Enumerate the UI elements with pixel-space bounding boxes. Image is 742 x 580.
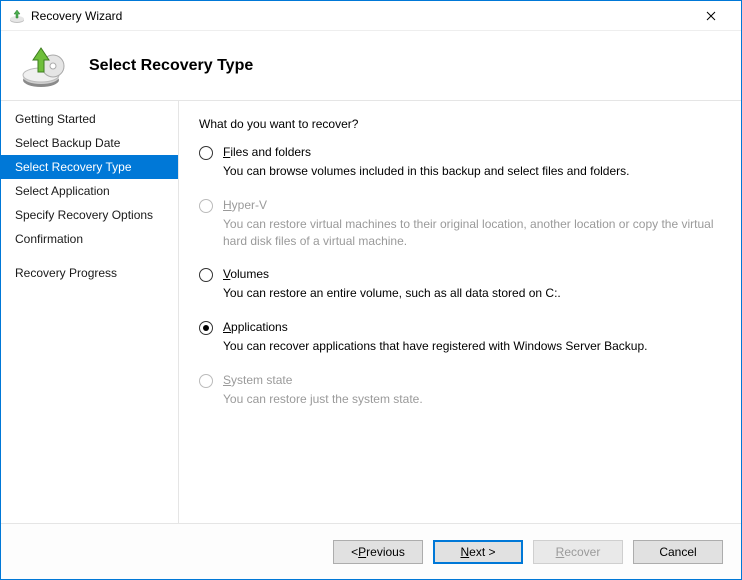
radio-icon: [199, 374, 213, 388]
option-description: You can restore just the system state.: [223, 391, 721, 408]
wizard-footer: < Previous Next > Recover Cancel: [1, 523, 741, 579]
sidebar-item-label: Specify Recovery Options: [15, 208, 153, 222]
radio-icon: [199, 146, 213, 160]
option-description: You can restore virtual machines to thei…: [223, 216, 721, 250]
option-label: Applications: [223, 320, 721, 334]
wizard-content: What do you want to recover? Files and f…: [179, 101, 741, 523]
recover-button: Recover: [533, 540, 623, 564]
sidebar-item-getting-started[interactable]: Getting Started: [1, 107, 178, 131]
radio-icon: [199, 199, 213, 213]
window-title: Recovery Wizard: [31, 9, 688, 23]
sidebar-item-label: Confirmation: [15, 232, 83, 246]
sidebar-item-label: Select Application: [15, 184, 110, 198]
sidebar-item-label: Select Recovery Type: [15, 160, 132, 174]
option-label: Hyper-V: [223, 198, 721, 212]
recovery-header-icon: [19, 42, 67, 90]
sidebar-item-label: Getting Started: [15, 112, 96, 126]
sidebar-item-confirmation[interactable]: Confirmation: [1, 227, 178, 251]
sidebar-item-recovery-progress[interactable]: Recovery Progress: [1, 261, 178, 285]
radio-icon: [199, 268, 213, 282]
option-label: Volumes: [223, 267, 721, 281]
next-button[interactable]: Next >: [433, 540, 523, 564]
option-label: System state: [223, 373, 721, 387]
wizard-header: Select Recovery Type: [1, 31, 741, 101]
content-prompt: What do you want to recover?: [199, 117, 721, 131]
page-title: Select Recovery Type: [89, 57, 253, 75]
option-description: You can browse volumes included in this …: [223, 163, 721, 180]
sidebar-item-select-application[interactable]: Select Application: [1, 179, 178, 203]
close-button[interactable]: [688, 2, 733, 30]
option-volumes[interactable]: Volumes You can restore an entire volume…: [199, 267, 721, 302]
titlebar: Recovery Wizard: [1, 1, 741, 31]
radio-icon: [199, 321, 213, 335]
recovery-wizard-icon: [9, 8, 25, 24]
option-description: You can restore an entire volume, such a…: [223, 285, 721, 302]
sidebar-item-select-recovery-type[interactable]: Select Recovery Type: [1, 155, 178, 179]
previous-button[interactable]: < Previous: [333, 540, 423, 564]
option-applications[interactable]: Applications You can recover application…: [199, 320, 721, 355]
close-icon: [706, 11, 716, 21]
sidebar-item-select-backup-date[interactable]: Select Backup Date: [1, 131, 178, 155]
option-files-and-folders[interactable]: Files and folders You can browse volumes…: [199, 145, 721, 180]
wizard-steps-sidebar: Getting Started Select Backup Date Selec…: [1, 101, 179, 523]
option-label: Files and folders: [223, 145, 721, 159]
cancel-button[interactable]: Cancel: [633, 540, 723, 564]
recovery-wizard-window: Recovery Wizard Select Recovery Type Get…: [0, 0, 742, 580]
sidebar-item-label: Recovery Progress: [15, 266, 117, 280]
option-hyper-v: Hyper-V You can restore virtual machines…: [199, 198, 721, 250]
option-description: You can recover applications that have r…: [223, 338, 721, 355]
option-system-state: System state You can restore just the sy…: [199, 373, 721, 408]
wizard-body: Getting Started Select Backup Date Selec…: [1, 101, 741, 523]
sidebar-item-specify-recovery-options[interactable]: Specify Recovery Options: [1, 203, 178, 227]
sidebar-item-label: Select Backup Date: [15, 136, 120, 150]
